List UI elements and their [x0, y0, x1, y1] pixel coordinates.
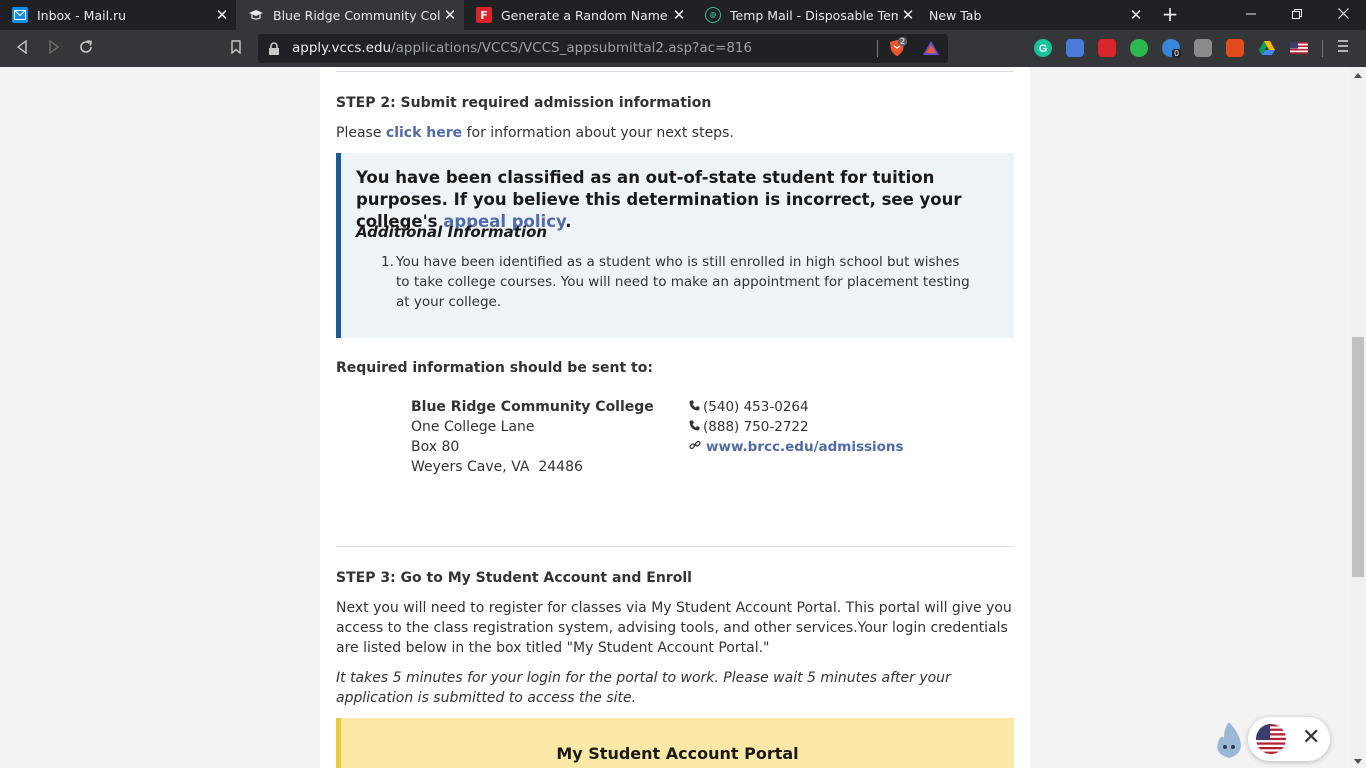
- address-line: One College Lane: [411, 419, 535, 435]
- evernote-icon[interactable]: [1130, 39, 1148, 57]
- scroll-up-icon[interactable]: [1354, 71, 1362, 80]
- red-extension-icon[interactable]: [1098, 39, 1116, 57]
- tab-mail-ru[interactable]: Inbox - Mail.ru ✕: [0, 0, 236, 30]
- google-translate-icon[interactable]: [1066, 39, 1084, 57]
- tab-close-icon[interactable]: ✕: [212, 6, 232, 24]
- step2-heading: STEP 2: Submit required admission inform…: [336, 95, 712, 111]
- college-contact: (540) 453-0264 (888) 750-2722 www.brcc.e…: [689, 397, 904, 457]
- lock-icon: [268, 41, 282, 55]
- portal-heading: My Student Account Portal: [556, 744, 799, 763]
- link-icon: [689, 437, 703, 457]
- tab-temp-mail[interactable]: @ Temp Mail - Disposable Tempora ✕: [693, 0, 922, 30]
- tab-blue-ridge[interactable]: Blue Ridge Community College - ✕: [236, 0, 464, 30]
- tab-new-tab[interactable]: New Tab ✕: [922, 0, 1150, 30]
- step3-heading: STEP 3: Go to My Student Account and Enr…: [336, 570, 692, 586]
- url-text: apply.vccs.edu/applications/VCCS/VCCS_ap…: [292, 34, 752, 63]
- tab-title: New Tab: [929, 7, 982, 23]
- browser-toolbar: apply.vccs.edu/applications/VCCS/VCCS_ap…: [0, 30, 1366, 67]
- url-path: /applications/VCCS/VCCS_appsubmittal2.as…: [391, 40, 753, 56]
- college-address: Blue Ridge Community College One College…: [411, 397, 654, 477]
- svg-text:G: G: [1039, 43, 1048, 55]
- flame-mascot-icon[interactable]: [1212, 720, 1246, 760]
- minimize-button[interactable]: [1228, 0, 1274, 30]
- brave-badge: 2: [898, 37, 908, 46]
- tab-close-icon[interactable]: ✕: [898, 6, 918, 24]
- phone-row: (540) 453-0264: [689, 397, 904, 417]
- website-row: www.brcc.edu/admissions: [689, 437, 904, 457]
- tab-title: Generate a Random Name - Mal: [501, 7, 669, 23]
- sent-to-label: Required information should be sent to:: [336, 360, 653, 376]
- google-drive-icon[interactable]: [1258, 39, 1276, 57]
- gray-extension-icon[interactable]: [1194, 39, 1212, 57]
- grammarly-icon[interactable]: G: [1034, 39, 1052, 57]
- page-scrollbar[interactable]: [1350, 67, 1366, 768]
- address-line: Weyers Cave, VA 24486: [411, 459, 583, 475]
- phone-number: (888) 750-2722: [703, 419, 809, 435]
- extension-badge: 0: [1172, 49, 1182, 58]
- content-card: STEP 2: Submit required admission inform…: [320, 67, 1030, 768]
- reload-button[interactable]: [75, 38, 97, 60]
- out-of-state-notice: You have been classified as an out-of-st…: [336, 153, 1014, 338]
- office-icon[interactable]: [1226, 39, 1244, 57]
- page-viewport: STEP 2: Submit required admission inform…: [0, 67, 1350, 768]
- language-widget: ✕: [1248, 717, 1330, 761]
- phone-row: (888) 750-2722: [689, 417, 904, 437]
- intro-post: for information about your next steps.: [462, 125, 734, 141]
- us-flag-icon[interactable]: [1256, 724, 1286, 754]
- scrollbar-thumb[interactable]: [1352, 337, 1364, 577]
- address-line: Box 80: [411, 439, 460, 455]
- intro-pre: Please: [336, 125, 386, 141]
- college-name: Blue Ridge Community College: [411, 399, 654, 415]
- toolbar-separator: [1322, 40, 1323, 57]
- brave-rewards-icon[interactable]: [922, 39, 940, 57]
- tab-close-icon[interactable]: ✕: [440, 6, 460, 24]
- phone-number: (540) 453-0264: [703, 399, 809, 415]
- additional-info-heading: Additional Information: [356, 223, 548, 241]
- tab-title: Inbox - Mail.ru: [37, 7, 127, 23]
- student-portal-box: My Student Account Portal: [336, 718, 1014, 768]
- browser-tab-bar: Inbox - Mail.ru ✕ Blue Ridge Community C…: [0, 0, 1366, 30]
- forward-button[interactable]: [43, 38, 65, 60]
- omnibox-separator: [877, 40, 878, 57]
- tab-close-icon[interactable]: ✕: [1126, 6, 1146, 24]
- scroll-down-icon[interactable]: [1354, 757, 1362, 766]
- mail-icon: [12, 7, 28, 23]
- divider: [336, 546, 1014, 547]
- address-bar[interactable]: apply.vccs.edu/applications/VCCS/VCCS_ap…: [258, 34, 948, 63]
- close-window-button[interactable]: [1320, 0, 1366, 30]
- website-link[interactable]: www.brcc.edu/admissions: [706, 437, 904, 457]
- phone-icon: [689, 397, 703, 417]
- url-domain: apply.vccs.edu: [292, 40, 392, 56]
- step3-note: It takes 5 minutes for your login for th…: [336, 670, 951, 706]
- list-number: 1.: [381, 254, 394, 270]
- list-item: You have been identified as a student wh…: [396, 254, 970, 310]
- us-flag-extension-icon[interactable]: [1290, 39, 1308, 57]
- blue-extension-icon[interactable]: 0: [1162, 39, 1182, 58]
- tab-title: Blue Ridge Community College -: [273, 7, 440, 23]
- f-logo-icon: F: [476, 7, 492, 23]
- temp-mail-icon: @: [705, 7, 721, 23]
- notice-period: .: [565, 212, 572, 231]
- graduation-cap-icon: [248, 7, 264, 23]
- divider: [336, 71, 1014, 72]
- step2-intro: Please click here for information about …: [336, 123, 734, 143]
- phone-icon: [689, 417, 703, 437]
- click-here-link[interactable]: click here: [386, 125, 462, 141]
- browser-menu-icon[interactable]: [1336, 38, 1350, 58]
- back-button[interactable]: [11, 38, 33, 60]
- tab-title: Temp Mail - Disposable Tempora: [730, 7, 898, 23]
- restore-button[interactable]: [1274, 0, 1320, 30]
- tab-random-name[interactable]: F Generate a Random Name - Mal ✕: [464, 0, 693, 30]
- tab-close-icon[interactable]: ✕: [669, 6, 689, 24]
- widget-close-icon[interactable]: ✕: [1302, 726, 1320, 750]
- new-tab-button[interactable]: +: [1160, 4, 1180, 24]
- brave-shield-icon[interactable]: 2: [888, 37, 908, 57]
- step3-body: Next you will need to register for class…: [336, 600, 1012, 656]
- bookmark-icon[interactable]: [225, 38, 247, 60]
